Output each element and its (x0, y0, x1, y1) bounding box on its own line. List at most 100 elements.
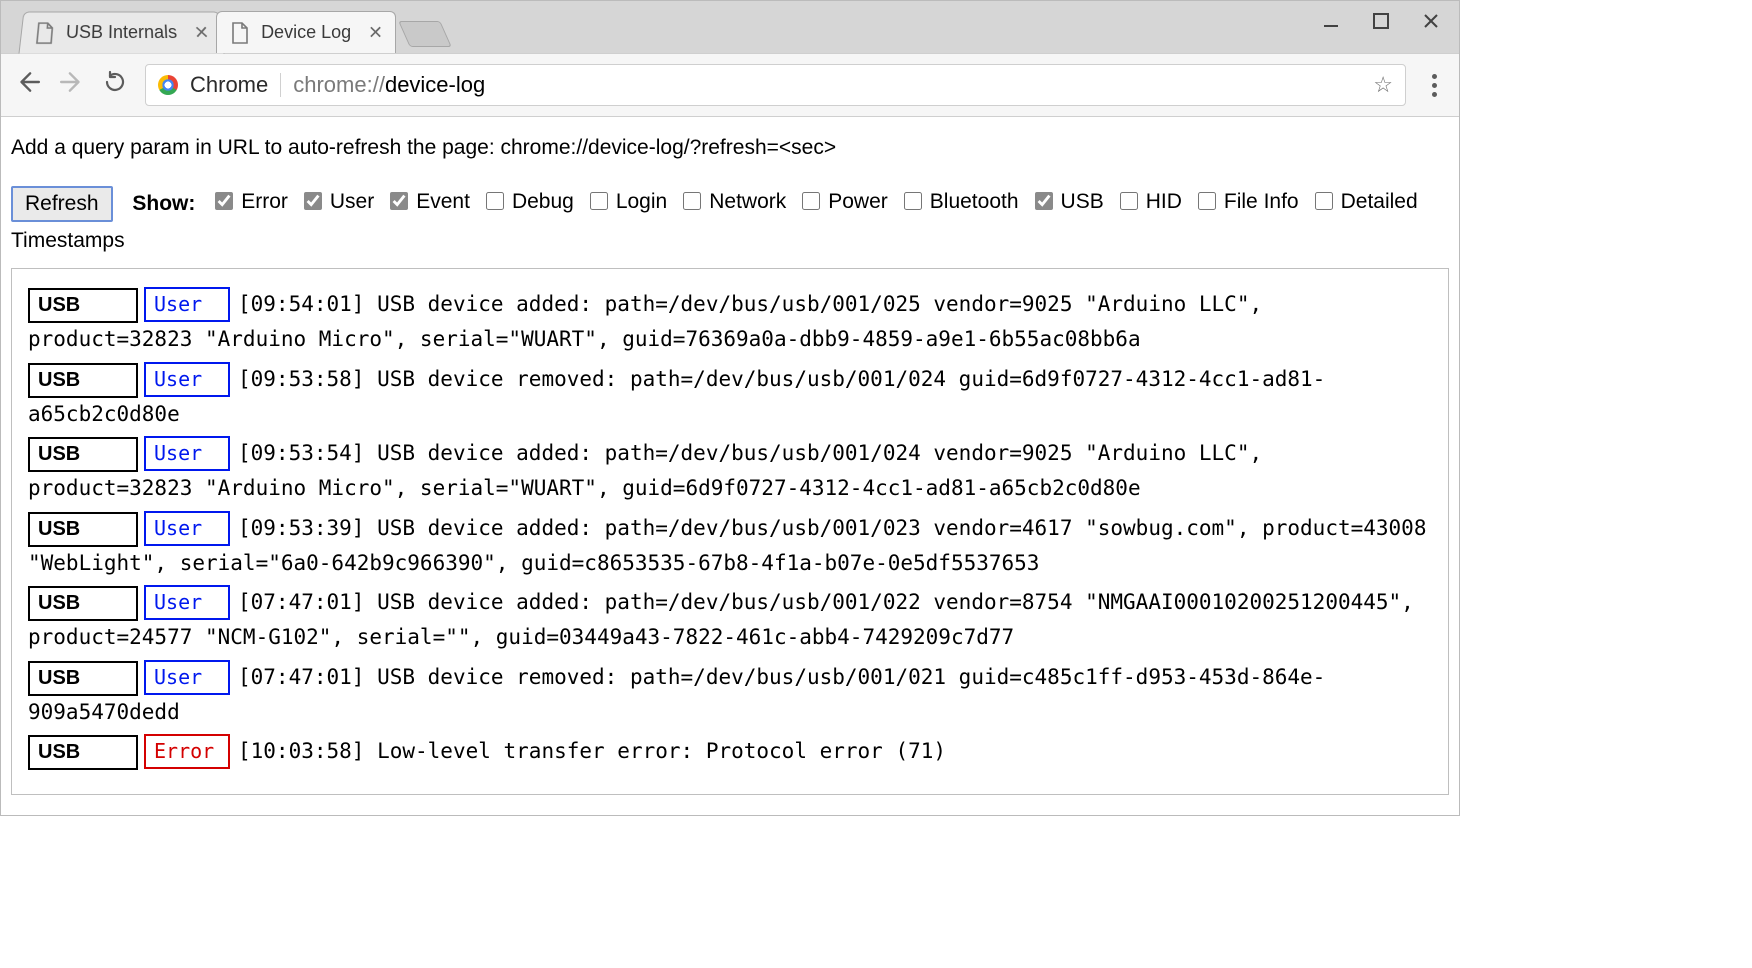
log-timestamp: [09:53:54] (238, 441, 364, 465)
window-controls (1311, 5, 1451, 37)
log-message: [07:47:01] USB device added: path=/dev/b… (28, 590, 1414, 649)
controls-row: Refresh Show: Error User Event Debug Login Ne… (11, 185, 1449, 258)
reload-button[interactable] (103, 70, 127, 101)
omnibox-divider (280, 73, 281, 97)
filter-event[interactable]: Event (386, 185, 470, 219)
log-timestamp: [09:53:39] (238, 516, 364, 540)
filter-power[interactable]: Power (798, 185, 888, 219)
filter-label: Detailed (1341, 185, 1418, 219)
filter-checkbox[interactable] (1120, 192, 1138, 210)
new-tab-button[interactable] (398, 21, 452, 47)
page-icon (231, 22, 249, 44)
chrome-logo-icon (158, 75, 178, 95)
filter-checkbox[interactable] (590, 192, 608, 210)
log-entry: USBUser[07:47:01] USB device removed: pa… (28, 660, 1432, 729)
filter-checkbox[interactable] (1198, 192, 1216, 210)
show-label: Show: (132, 192, 195, 215)
filter-checkbox[interactable] (1035, 192, 1053, 210)
window-close-button[interactable] (1411, 5, 1451, 37)
filter-label: HID (1146, 185, 1182, 219)
filter-label: Power (828, 185, 888, 219)
log-entry: USBUser[09:53:54] USB device added: path… (28, 436, 1432, 505)
log-type-tag: USB (28, 735, 138, 770)
window-maximize-button[interactable] (1361, 5, 1401, 37)
log-type-tag: USB (28, 288, 138, 323)
tab-close-button[interactable]: ✕ (193, 22, 210, 43)
forward-button[interactable] (59, 69, 85, 102)
log-entry: USBUser[09:53:39] USB device added: path… (28, 511, 1432, 580)
filter-checkbox[interactable] (1315, 192, 1333, 210)
filter-network[interactable]: Network (679, 185, 786, 219)
filter-label: User (330, 185, 374, 219)
log-level-tag: User (144, 362, 230, 397)
chrome-chrome: USB Internals ✕ Device Log ✕ (1, 1, 1459, 117)
filter-hid[interactable]: HID (1116, 185, 1182, 219)
filter-checkbox[interactable] (904, 192, 922, 210)
page-content: Add a query param in URL to auto-refresh… (1, 117, 1459, 815)
back-button[interactable] (15, 69, 41, 102)
tab-title: USB Internals (65, 22, 178, 43)
filter-checkbox[interactable] (486, 192, 504, 210)
filter-label: Event (416, 185, 470, 219)
log-timestamp: [10:03:58] (238, 739, 364, 763)
log-timestamp: [09:54:01] (238, 292, 364, 316)
log-type-tag: USB (28, 437, 138, 472)
log-level-tag: User (144, 436, 230, 471)
toolbar: Chrome chrome://device-log ☆ (1, 53, 1459, 117)
filter-label: Error (241, 185, 288, 219)
filter-checkbox[interactable] (304, 192, 322, 210)
filter-user[interactable]: User (300, 185, 374, 219)
filter-label: Bluetooth (930, 185, 1019, 219)
omnibox-url-path: device-log (385, 72, 485, 97)
log-text-body: USB device added: path=/dev/bus/usb/001/… (28, 590, 1414, 649)
log-text-body: Low-level transfer error: Protocol error… (377, 739, 946, 763)
timestamps-label: Timestamps (11, 224, 1449, 258)
filter-bluetooth[interactable]: Bluetooth (900, 185, 1019, 219)
log-level-tag: User (144, 585, 230, 620)
log-level-tag: Error (144, 734, 230, 769)
log-entry: USBError [10:03:58] Low-level transfer er… (28, 734, 1432, 770)
window-minimize-button[interactable] (1311, 5, 1351, 37)
filter-error[interactable]: Error (211, 185, 288, 219)
filter-checkbox[interactable] (215, 192, 233, 210)
omnibox-scheme-label: Chrome (190, 72, 268, 98)
log-type-tag: USB (28, 661, 138, 696)
filter-label: Network (709, 185, 786, 219)
filter-usb[interactable]: USB (1031, 185, 1104, 219)
filter-label: Login (616, 185, 667, 219)
log-level-tag: User (144, 660, 230, 695)
log-entry: USBUser[09:53:58] USB device removed: pa… (28, 362, 1432, 431)
log-timestamp: [07:47:01] (238, 665, 364, 689)
filter-login[interactable]: Login (586, 185, 667, 219)
log-level-tag: User (144, 511, 230, 546)
filter-checkbox[interactable] (390, 192, 408, 210)
filter-checkbox[interactable] (683, 192, 701, 210)
tab-strip: USB Internals ✕ Device Log ✕ (1, 1, 1459, 53)
log-level-tag: User (144, 287, 230, 322)
filter-debug[interactable]: Debug (482, 185, 574, 219)
filter-checkbox[interactable] (802, 192, 820, 210)
log-container: USBUser[09:54:01] USB device added: path… (11, 268, 1449, 795)
omnibox-url: chrome://device-log (293, 72, 485, 98)
refresh-button[interactable]: Refresh (11, 186, 113, 222)
log-type-tag: USB (28, 586, 138, 621)
tab-close-button[interactable]: ✕ (368, 22, 383, 43)
browser-window: USB Internals ✕ Device Log ✕ (0, 0, 1460, 816)
page-icon (35, 22, 55, 44)
omnibox-url-host: chrome:// (293, 72, 385, 97)
log-entry: USBUser[09:54:01] USB device added: path… (28, 287, 1432, 356)
filter-file-info[interactable]: File Info (1194, 185, 1299, 219)
bookmark-star-icon[interactable]: ☆ (1373, 72, 1393, 98)
log-timestamp: [09:53:58] (238, 367, 364, 391)
tab-usb-internals[interactable]: USB Internals ✕ (18, 12, 224, 54)
log-type-tag: USB (28, 363, 138, 398)
chrome-menu-button[interactable] (1424, 74, 1445, 97)
tab-title: Device Log (261, 22, 351, 43)
log-message: [09:53:39] USB device added: path=/dev/b… (28, 516, 1426, 575)
address-bar[interactable]: Chrome chrome://device-log ☆ (145, 64, 1406, 106)
filter-detailed[interactable]: Detailed (1311, 185, 1418, 219)
filter-label: File Info (1224, 185, 1299, 219)
filter-label: USB (1061, 185, 1104, 219)
auto-refresh-hint: Add a query param in URL to auto-refresh… (11, 131, 1449, 165)
tab-device-log[interactable]: Device Log ✕ (216, 11, 396, 53)
